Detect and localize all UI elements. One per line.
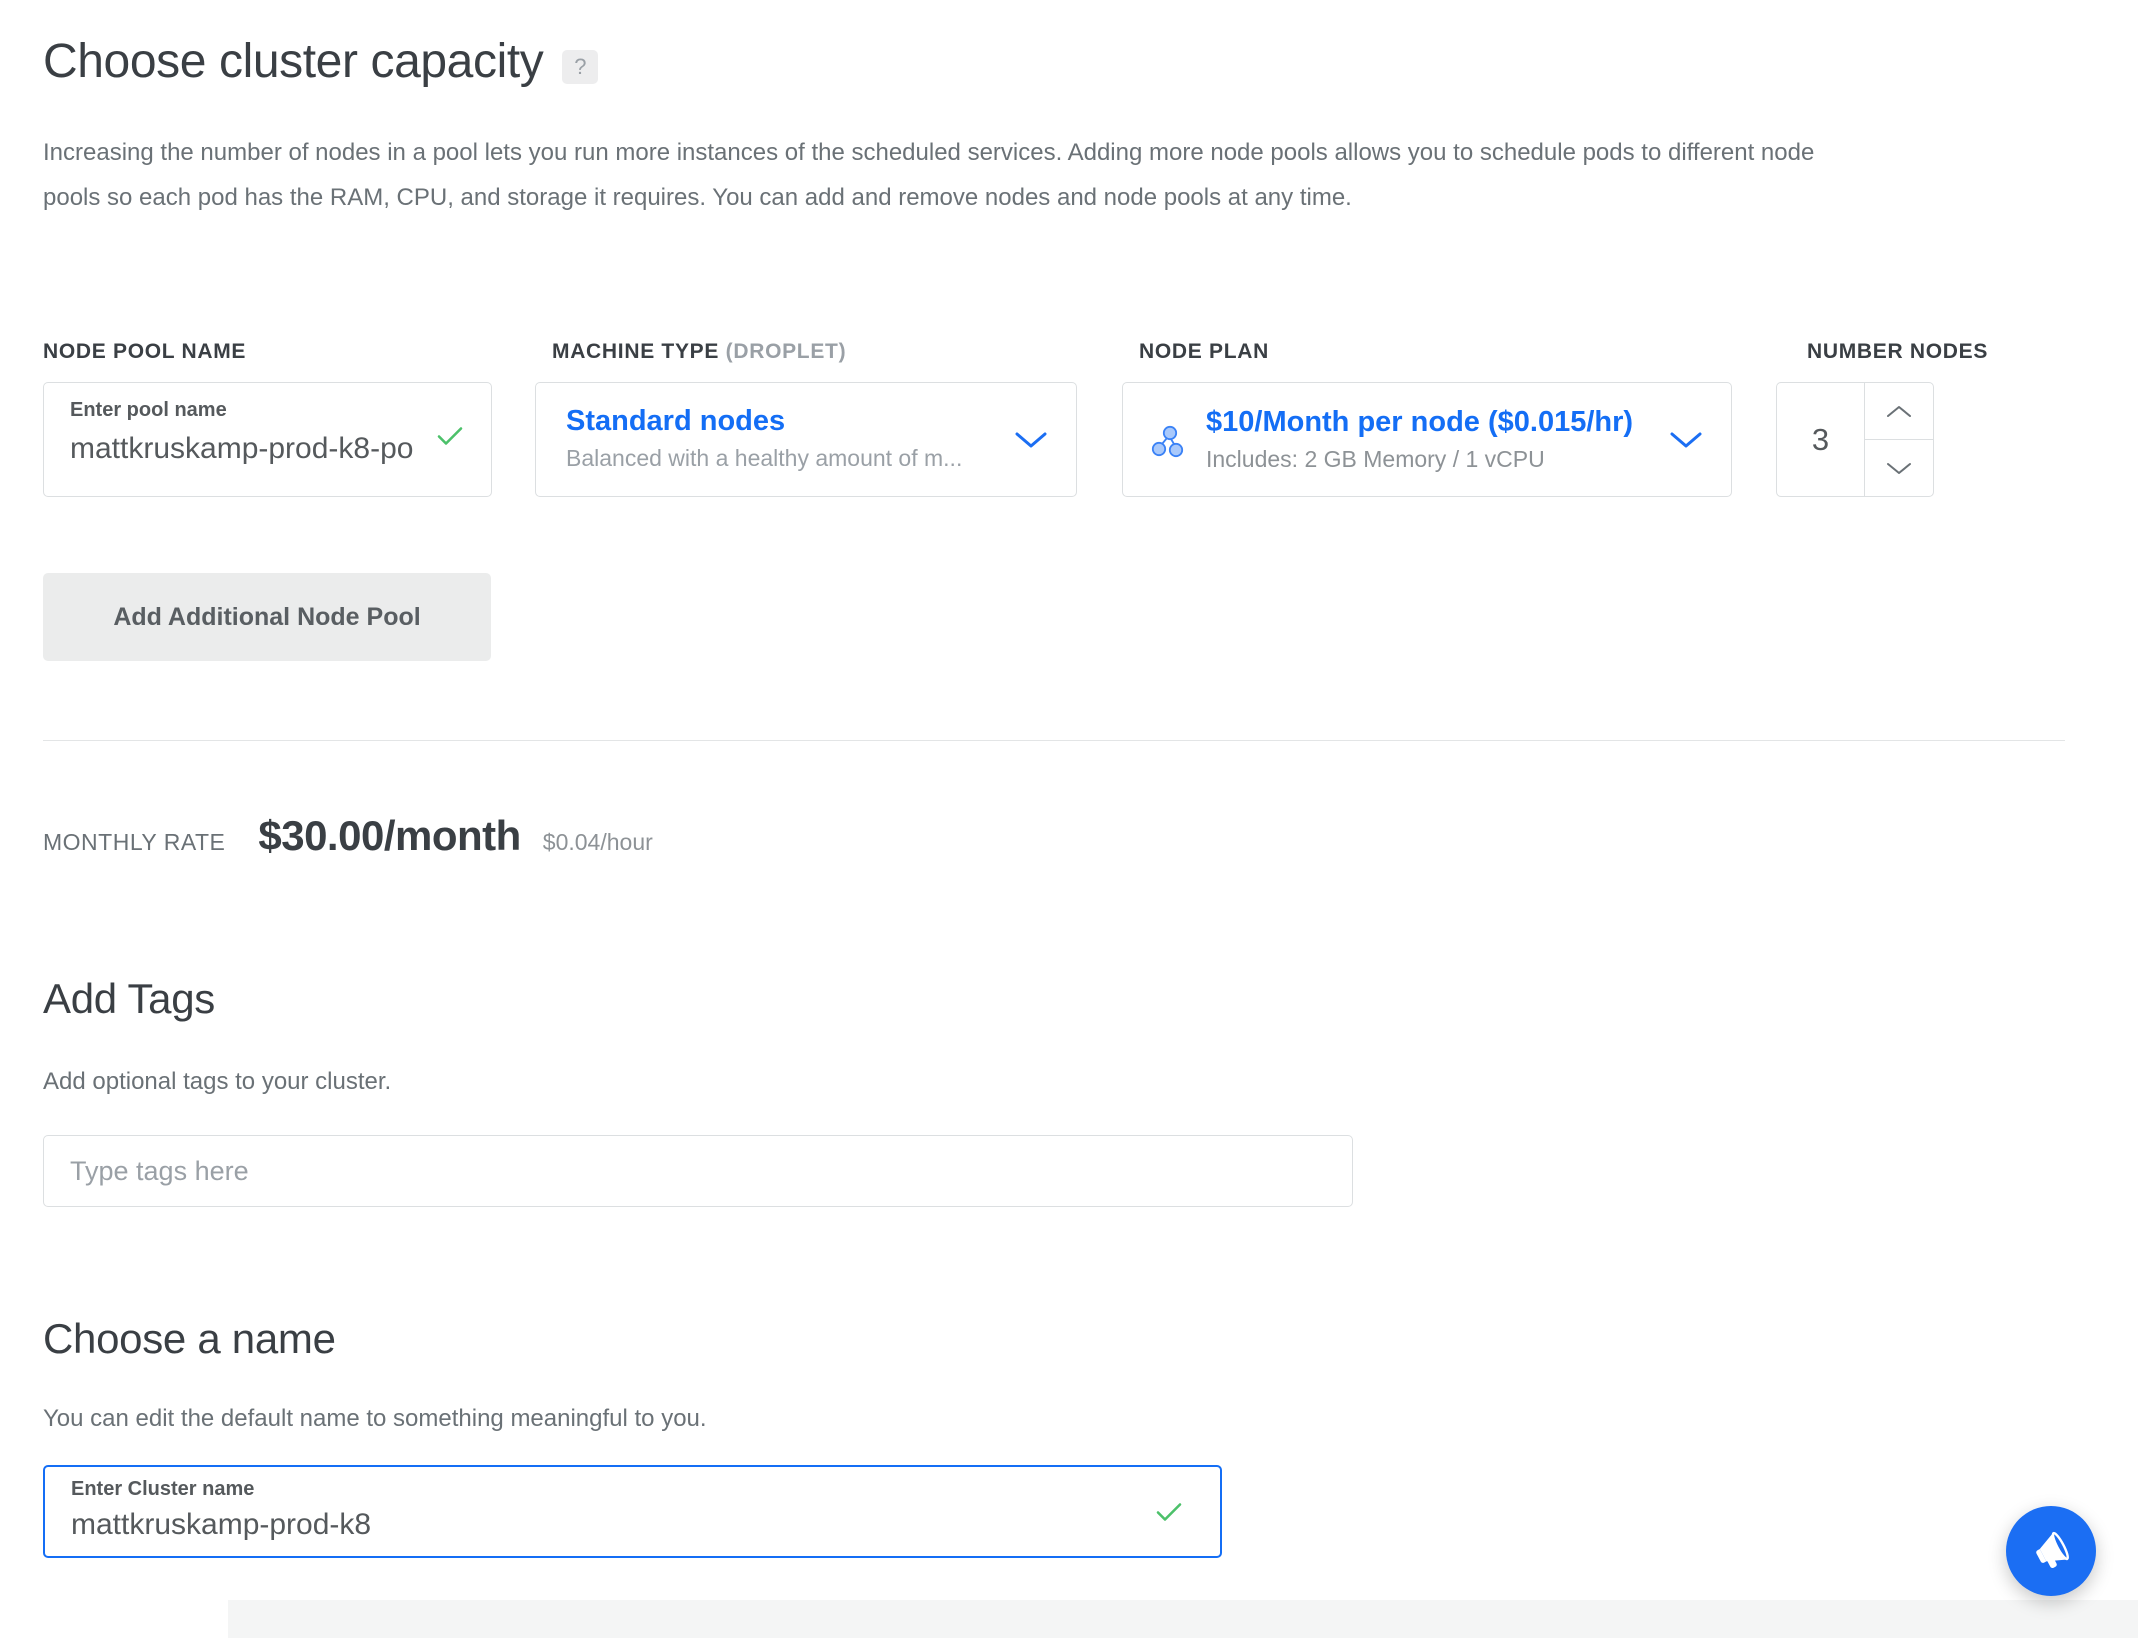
footer-bar <box>228 1600 2138 1638</box>
chevron-down-icon[interactable] <box>1669 430 1703 450</box>
number-nodes-label: NUMBER NODES <box>1807 340 1989 363</box>
node-pool-name-float-label: Enter pool name <box>70 399 227 421</box>
add-additional-node-pool-button[interactable]: Add Additional Node Pool <box>43 573 491 661</box>
number-nodes-value[interactable]: 3 <box>1777 383 1864 496</box>
machine-type-label-muted: (DROPLET) <box>725 340 847 363</box>
machine-type-label: MACHINE TYPE (DROPLET) <box>552 340 846 364</box>
node-plan-value: $10/Month per node ($0.015/hr) <box>1206 405 1634 438</box>
node-pool-name-value: mattkruskamp-prod-k8-po <box>70 432 414 465</box>
help-icon[interactable]: ? <box>562 50 599 84</box>
chevron-up-icon <box>1887 405 1911 417</box>
tags-input[interactable]: Type tags here <box>43 1135 1353 1207</box>
monthly-rate-label: MONTHLY RATE <box>43 829 226 855</box>
cluster-capacity-page: Choose cluster capacity ? Increasing the… <box>0 0 2138 1638</box>
machine-type-select[interactable]: Standard nodes Balanced with a healthy a… <box>535 382 1077 497</box>
megaphone-icon <box>2036 1531 2069 1569</box>
tags-input-placeholder: Type tags here <box>70 1155 249 1186</box>
monthly-rate-value: $30.00/month <box>258 812 521 859</box>
check-icon <box>1156 1502 1182 1521</box>
machine-type-value: Standard nodes <box>566 405 786 437</box>
number-nodes-increment-button[interactable] <box>1865 383 1933 440</box>
section-description: Increasing the number of nodes in a pool… <box>43 139 1815 211</box>
number-nodes-decrement-button[interactable] <box>1865 440 1933 496</box>
node-plan-select[interactable]: $10/Month per node ($0.015/hr) Includes:… <box>1122 382 1732 497</box>
choose-name-heading: Choose a name <box>43 1315 336 1362</box>
section-header: Choose cluster capacity ? <box>43 35 599 88</box>
machine-type-description: Balanced with a healthy amount of m... <box>566 445 963 472</box>
chevron-down-icon <box>1887 462 1911 474</box>
cluster-name-value: mattkruskamp-prod-k8 <box>71 1508 372 1541</box>
cluster-name-float-label: Enter Cluster name <box>71 1478 255 1500</box>
choose-name-subtitle: You can edit the default name to somethi… <box>43 1405 707 1432</box>
node-plan-label: NODE PLAN <box>1139 340 1269 363</box>
monthly-rate-row: MONTHLY RATE $30.00/month $0.04/hour <box>43 812 653 860</box>
add-tags-subtitle: Add optional tags to your cluster. <box>43 1068 392 1095</box>
section-divider <box>43 740 2065 741</box>
announcements-button[interactable] <box>2006 1506 2096 1596</box>
node-pool-name-input[interactable]: Enter pool name mattkruskamp-prod-k8-po <box>43 382 492 497</box>
node-pool-name-label: NODE POOL NAME <box>43 340 247 363</box>
hourly-rate-value: $0.04/hour <box>542 829 653 855</box>
machine-type-label-strong: MACHINE TYPE <box>552 340 720 363</box>
node-plan-description: Includes: 2 GB Memory / 1 vCPU <box>1206 446 1545 473</box>
check-icon <box>437 427 463 445</box>
node-cluster-icon <box>1151 425 1184 457</box>
chevron-down-icon[interactable] <box>1014 430 1048 450</box>
page-title: Choose cluster capacity <box>43 35 544 88</box>
add-tags-heading: Add Tags <box>43 975 215 1022</box>
cluster-name-input[interactable]: Enter Cluster name mattkruskamp-prod-k8 <box>43 1465 1222 1558</box>
number-nodes-stepper[interactable]: 3 <box>1776 382 1934 497</box>
